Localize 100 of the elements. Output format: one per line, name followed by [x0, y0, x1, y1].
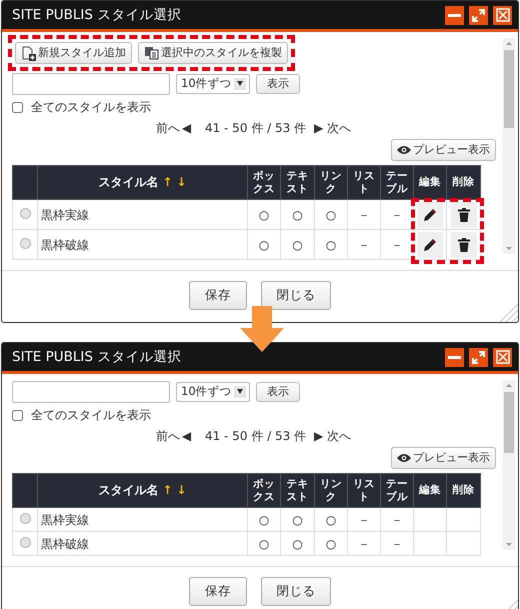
column-header[interactable]: スタイル名 ↑ ↓: [38, 474, 248, 508]
radio-button[interactable]: [20, 512, 30, 524]
header-cell: [12, 474, 38, 508]
previous-arrow: ◀: [182, 121, 192, 135]
table-cell: ○: [314, 532, 348, 556]
sort-arrow[interactable]: ↑: [162, 482, 172, 497]
table-cell: ○: [314, 508, 348, 532]
scrollbar[interactable]: [503, 38, 515, 254]
show-button[interactable]: 表示: [256, 382, 300, 402]
minimize-icon: [448, 356, 461, 358]
window-title: SITE PUBLIS スタイル選択: [12, 348, 182, 367]
trash-icon: [458, 208, 470, 222]
table-cell: ○: [248, 200, 280, 230]
sort-arrow[interactable]: ↑: [162, 174, 172, 189]
table-cell: [414, 532, 446, 556]
new-page-icon: [21, 46, 36, 60]
resize-grip[interactable]: [500, 304, 518, 322]
column-header[interactable]: テキスト: [280, 166, 314, 200]
table-cell: －: [348, 230, 380, 260]
save-button[interactable]: 保存: [189, 281, 247, 310]
table-cell: －: [348, 532, 380, 556]
edit-button[interactable]: [417, 232, 443, 258]
maximize-button[interactable]: [469, 348, 488, 366]
table-cell: ○: [314, 200, 348, 230]
down-arrow: [240, 306, 284, 352]
edit-button[interactable]: [417, 202, 443, 228]
previous-link[interactable]: 前へ: [156, 121, 180, 135]
per-page-select[interactable]: 10件ずつ: [176, 382, 250, 402]
column-header[interactable]: ボックス: [248, 166, 280, 200]
delete-button[interactable]: [450, 202, 476, 228]
trash-icon: [458, 238, 470, 252]
preview-button[interactable]: プレビュー表示: [391, 139, 496, 161]
previous-link[interactable]: 前へ: [156, 429, 180, 443]
close-icon: [496, 350, 510, 364]
page-range: 41 - 50 件 / 53 件: [204, 121, 306, 135]
page-range: 41 - 50 件 / 53 件: [204, 429, 306, 443]
column-header[interactable]: テーブル: [380, 474, 414, 508]
show-all-checkbox[interactable]: [12, 410, 23, 420]
style-name-cell: 黒枠破線: [38, 230, 248, 260]
table-cell: [414, 508, 446, 532]
expand-icon: [472, 8, 485, 22]
table-cell: －: [348, 200, 380, 230]
table-cell: ○: [280, 508, 314, 532]
dropdown-caret-icon: [237, 389, 243, 394]
minimize-button[interactable]: [445, 6, 464, 24]
table-cell: ○: [314, 230, 348, 260]
header-cell: [12, 166, 38, 200]
style-name-cell: 黒枠破線: [38, 532, 248, 556]
table-cell: －: [380, 532, 414, 556]
close-dialog-button[interactable]: 閉じる: [261, 577, 331, 606]
column-header[interactable]: テキスト: [280, 474, 314, 508]
scrollbar[interactable]: [503, 380, 515, 550]
add-style-button[interactable]: 新規スタイル追加: [15, 42, 132, 64]
column-header[interactable]: リンク: [314, 474, 348, 508]
table-cell: －: [380, 508, 414, 532]
search-field[interactable]: [12, 381, 170, 403]
style-name-cell: 黒枠実線: [38, 508, 248, 532]
table-cell: ○: [280, 200, 314, 230]
close-icon: [496, 8, 510, 22]
column-header[interactable]: リンク: [314, 166, 348, 200]
show-all-checkbox[interactable]: [12, 102, 23, 112]
close-button[interactable]: [493, 348, 512, 366]
show-button[interactable]: 表示: [256, 74, 300, 94]
dropdown-caret-icon: [237, 81, 243, 86]
next-link[interactable]: 次へ: [327, 429, 352, 443]
radio-button[interactable]: [20, 238, 30, 248]
table-cell: ○: [280, 532, 314, 556]
column-header[interactable]: 削除: [446, 474, 480, 508]
minimize-button[interactable]: [445, 348, 464, 366]
sort-arrow[interactable]: ↓: [176, 174, 187, 189]
column-header[interactable]: 編集: [414, 474, 446, 508]
column-header[interactable]: 編集: [414, 166, 446, 200]
table-cell: [446, 508, 480, 532]
close-button[interactable]: [493, 6, 512, 24]
close-dialog-button[interactable]: 閉じる: [261, 281, 331, 310]
table-cell: ○: [248, 508, 280, 532]
column-header[interactable]: リスト: [348, 474, 380, 508]
delete-button[interactable]: [450, 232, 476, 258]
next-link[interactable]: 次へ: [327, 121, 352, 135]
table-cell: －: [348, 508, 380, 532]
per-page-select[interactable]: 10件ずつ: [176, 74, 250, 94]
window-title: SITE PUBLIS スタイル選択: [12, 6, 182, 25]
column-header[interactable]: スタイル名 ↑ ↓: [38, 166, 248, 200]
column-header[interactable]: リスト: [348, 166, 380, 200]
radio-button[interactable]: [20, 208, 30, 218]
table-cell: ○: [248, 532, 280, 556]
radio-button[interactable]: [20, 536, 30, 548]
sort-arrow[interactable]: ↓: [176, 482, 187, 497]
minimize-icon: [448, 14, 461, 16]
column-header[interactable]: テーブル: [380, 166, 414, 200]
table-cell: [446, 532, 480, 556]
maximize-button[interactable]: [469, 6, 488, 24]
save-button[interactable]: 保存: [189, 577, 247, 606]
column-header[interactable]: ボックス: [248, 474, 280, 508]
table-cell: －: [380, 230, 414, 260]
search-field[interactable]: [12, 73, 170, 95]
preview-button[interactable]: プレビュー表示: [391, 447, 496, 469]
duplicate-style-button[interactable]: 選択中のスタイルを複製: [138, 42, 288, 64]
column-header[interactable]: 削除: [446, 166, 480, 200]
previous-arrow: ◀: [182, 429, 192, 443]
